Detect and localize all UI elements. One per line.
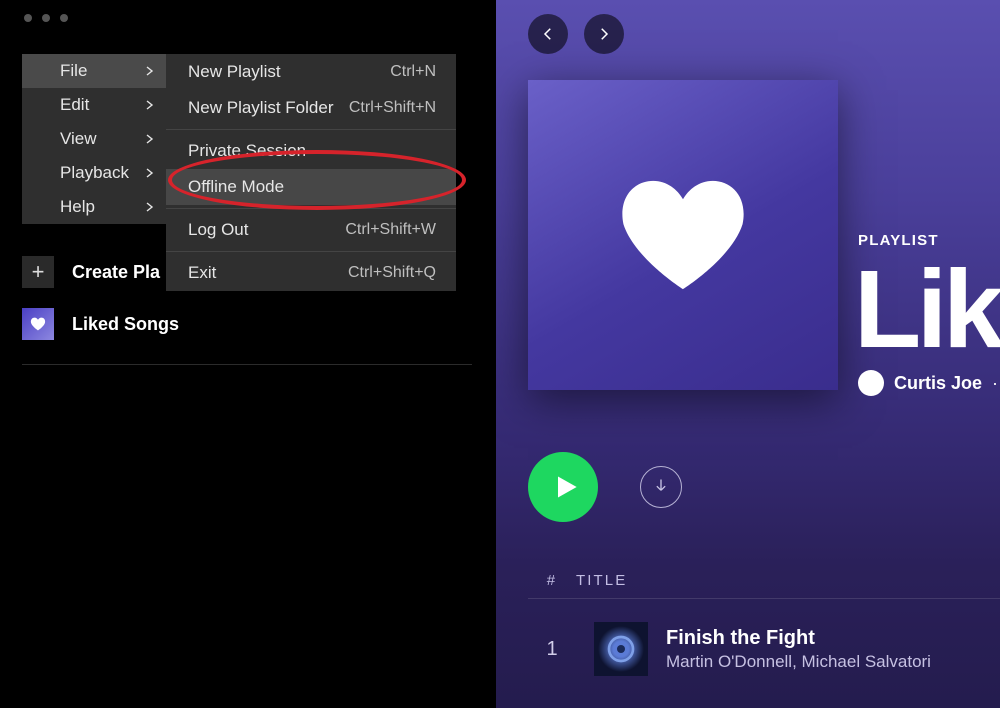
window-dot[interactable]: [42, 14, 50, 22]
track-meta: Finish the Fight Martin O'Donnell, Micha…: [666, 627, 931, 672]
menu-item-label: File: [60, 61, 87, 81]
back-button[interactable]: [528, 14, 568, 54]
owner-avatar: [858, 370, 884, 396]
liked-songs-icon: [22, 308, 54, 340]
download-button[interactable]: [640, 466, 682, 508]
track-number: 1: [528, 638, 576, 661]
menu-item-label: Help: [60, 197, 95, 217]
track-artists: Martin O'Donnell, Michael Salvatori: [666, 652, 931, 672]
track-title: Finish the Fight: [666, 627, 931, 650]
play-button[interactable]: [528, 452, 598, 522]
window-dot[interactable]: [60, 14, 68, 22]
menu-item-shortcut: Ctrl+Shift+W: [345, 221, 436, 239]
album-art-icon: [605, 633, 637, 665]
app-menu[interactable]: File Edit View Playback Help: [22, 54, 166, 224]
menu-item-view[interactable]: View: [22, 122, 166, 156]
plus-icon: +: [22, 256, 54, 288]
playlist-title: Like: [854, 246, 1000, 373]
sidebar-divider: [22, 364, 472, 365]
playlist-cover: [528, 80, 838, 390]
chevron-right-icon: [146, 197, 154, 217]
chevron-left-icon: [539, 25, 557, 43]
menu-item-offline-mode[interactable]: Offline Mode: [166, 169, 456, 205]
menu-item-new-playlist[interactable]: New Playlist Ctrl+N: [166, 54, 456, 90]
menu-item-shortcut: Ctrl+N: [390, 63, 436, 81]
chevron-right-icon: [595, 25, 613, 43]
menu-item-private-session[interactable]: Private Session: [166, 133, 456, 169]
playlist-view: PLAYLIST Like Curtis Joe · # TITLE 1 Fin…: [496, 0, 1000, 708]
menu-item-label: Log Out: [188, 220, 249, 240]
menu-item-exit[interactable]: Exit Ctrl+Shift+Q: [166, 255, 456, 291]
menu-item-edit[interactable]: Edit: [22, 88, 166, 122]
chevron-right-icon: [146, 129, 154, 149]
chevron-right-icon: [146, 163, 154, 183]
menu-item-label: Playback: [60, 163, 129, 183]
heart-icon: [618, 175, 748, 295]
nav-buttons: [528, 14, 624, 54]
menu-item-label: Edit: [60, 95, 89, 115]
menu-item-label: New Playlist Folder: [188, 98, 334, 118]
header-divider: [528, 598, 1000, 599]
download-icon: [651, 477, 671, 497]
header-number: #: [528, 572, 576, 589]
menu-item-new-playlist-folder[interactable]: New Playlist Folder Ctrl+Shift+N: [166, 90, 456, 126]
menu-item-file[interactable]: File: [22, 54, 166, 88]
separator-dot: ·: [992, 373, 998, 394]
menu-divider: [166, 129, 456, 130]
menu-item-label: New Playlist: [188, 62, 281, 82]
create-playlist-label: Create Pla: [72, 262, 160, 283]
menu-divider: [166, 208, 456, 209]
menu-item-shortcut: Ctrl+Shift+Q: [348, 264, 436, 282]
window-dot[interactable]: [24, 14, 32, 22]
chevron-right-icon: [146, 61, 154, 81]
menu-item-log-out[interactable]: Log Out Ctrl+Shift+W: [166, 212, 456, 248]
menu-item-help[interactable]: Help: [22, 190, 166, 224]
playlist-byline: Curtis Joe ·: [858, 370, 998, 396]
liked-songs-button[interactable]: Liked Songs: [22, 298, 472, 350]
playlist-actions: [528, 452, 682, 522]
window-controls[interactable]: [24, 14, 68, 22]
owner-name[interactable]: Curtis Joe: [894, 373, 982, 394]
file-submenu[interactable]: New Playlist Ctrl+N New Playlist Folder Ctr…: [166, 54, 456, 291]
chevron-right-icon: [146, 95, 154, 115]
track-row[interactable]: 1 Finish the Fight Martin O'Donnell, Mic…: [528, 622, 1000, 676]
track-thumbnail: [594, 622, 648, 676]
liked-songs-label: Liked Songs: [72, 314, 179, 335]
menu-item-shortcut: Ctrl+Shift+N: [349, 99, 436, 117]
forward-button[interactable]: [584, 14, 624, 54]
menu-item-label: Exit: [188, 263, 216, 283]
tracklist-header: # TITLE: [528, 572, 1000, 589]
header-title: TITLE: [576, 572, 627, 589]
menu-divider: [166, 251, 456, 252]
menu-item-label: Private Session: [188, 141, 306, 161]
play-icon: [551, 473, 579, 501]
menu-item-label: View: [60, 129, 97, 149]
menu-item-label: Offline Mode: [188, 177, 284, 197]
menu-item-playback[interactable]: Playback: [22, 156, 166, 190]
